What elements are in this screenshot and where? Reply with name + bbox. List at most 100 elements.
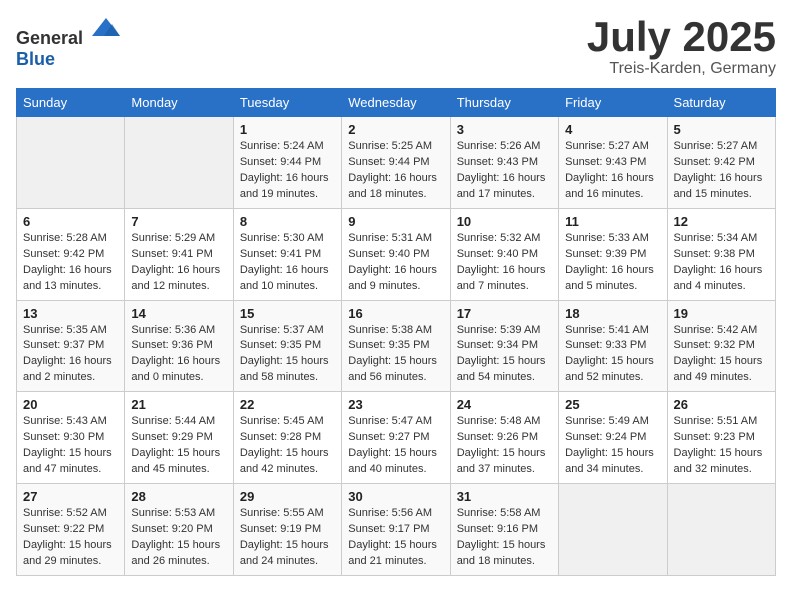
calendar-cell: 28 Sunrise: 5:53 AM Sunset: 9:20 PM Dayli… <box>125 484 233 576</box>
calendar-cell: 16Sunrise: 5:38 AM Sunset: 9:35 PM Dayli… <box>342 300 450 392</box>
day-number: 26 <box>674 397 769 412</box>
day-info: Sunrise: 5:27 AM Sunset: 9:42 PM Dayligh… <box>674 139 769 203</box>
day-info: Sunrise: 5:26 AM Sunset: 9:43 PM Dayligh… <box>457 139 552 203</box>
day-number: 13 <box>23 306 118 321</box>
calendar-cell: 6 Sunrise: 5:28 AM Sunset: 9:42 PM Daylig… <box>17 208 125 300</box>
calendar-cell: 2 Sunrise: 5:25 AM Sunset: 9:44 PM Daylig… <box>342 117 450 209</box>
day-info: Sunrise: 5:39 AM Sunset: 9:34 PM Dayligh… <box>457 323 552 387</box>
day-info: Sunrise: 5:32 AM Sunset: 9:40 PM Dayligh… <box>457 231 552 295</box>
day-number: 14 <box>131 306 226 321</box>
day-number: 12 <box>674 214 769 229</box>
day-number: 24 <box>457 397 552 412</box>
week-row-2: 6 Sunrise: 5:28 AM Sunset: 9:42 PM Daylig… <box>17 208 776 300</box>
logo-icon <box>90 16 122 44</box>
weekday-header-row: SundayMondayTuesdayWednesdayThursdayFrid… <box>17 89 776 117</box>
calendar-cell: 19Sunrise: 5:42 AM Sunset: 9:32 PM Dayli… <box>667 300 775 392</box>
calendar-cell: 8 Sunrise: 5:30 AM Sunset: 9:41 PM Daylig… <box>233 208 341 300</box>
calendar-cell: 23Sunrise: 5:47 AM Sunset: 9:27 PM Dayli… <box>342 392 450 484</box>
page-header: General Blue July 2025 Treis-Karden, Ger… <box>16 16 776 78</box>
day-number: 17 <box>457 306 552 321</box>
weekday-header-sunday: Sunday <box>17 89 125 117</box>
day-info: Sunrise: 5:24 AM Sunset: 9:44 PM Dayligh… <box>240 139 335 203</box>
calendar-cell: 14 Sunrise: 5:36 AM Sunset: 9:36 PM Dayli… <box>125 300 233 392</box>
day-info: Sunrise: 5:33 AM Sunset: 9:39 PM Dayligh… <box>565 231 660 295</box>
calendar-cell: 12 Sunrise: 5:34 AM Sunset: 9:38 PM Dayli… <box>667 208 775 300</box>
calendar-cell: 18Sunrise: 5:41 AM Sunset: 9:33 PM Dayli… <box>559 300 667 392</box>
day-info: Sunrise: 5:25 AM Sunset: 9:44 PM Dayligh… <box>348 139 443 203</box>
day-info: Sunrise: 5:43 AM Sunset: 9:30 PM Dayligh… <box>23 414 118 478</box>
calendar-cell: 11 Sunrise: 5:33 AM Sunset: 9:39 PM Dayli… <box>559 208 667 300</box>
calendar-cell: 26 Sunrise: 5:51 AM Sunset: 9:23 PM Dayli… <box>667 392 775 484</box>
calendar-cell <box>125 117 233 209</box>
day-number: 29 <box>240 489 335 504</box>
calendar-cell <box>559 484 667 576</box>
day-number: 23 <box>348 397 443 412</box>
day-number: 27 <box>23 489 118 504</box>
day-number: 25 <box>565 397 660 412</box>
day-info: Sunrise: 5:53 AM Sunset: 9:20 PM Dayligh… <box>131 506 226 570</box>
calendar-cell: 29 Sunrise: 5:55 AM Sunset: 9:19 PM Dayli… <box>233 484 341 576</box>
calendar-cell: 3 Sunrise: 5:26 AM Sunset: 9:43 PM Daylig… <box>450 117 558 209</box>
day-info: Sunrise: 5:27 AM Sunset: 9:43 PM Dayligh… <box>565 139 660 203</box>
day-info: Sunrise: 5:34 AM Sunset: 9:38 PM Dayligh… <box>674 231 769 295</box>
week-row-1: 1Sunrise: 5:24 AM Sunset: 9:44 PM Daylig… <box>17 117 776 209</box>
calendar-cell: 31 Sunrise: 5:58 AM Sunset: 9:16 PM Dayli… <box>450 484 558 576</box>
day-info: Sunrise: 5:35 AM Sunset: 9:37 PM Dayligh… <box>23 323 118 387</box>
day-number: 10 <box>457 214 552 229</box>
day-info: Sunrise: 5:45 AM Sunset: 9:28 PM Dayligh… <box>240 414 335 478</box>
day-info: Sunrise: 5:31 AM Sunset: 9:40 PM Dayligh… <box>348 231 443 295</box>
day-number: 31 <box>457 489 552 504</box>
day-info: Sunrise: 5:42 AM Sunset: 9:32 PM Dayligh… <box>674 323 769 387</box>
weekday-header-thursday: Thursday <box>450 89 558 117</box>
calendar-cell: 13 Sunrise: 5:35 AM Sunset: 9:37 PM Dayli… <box>17 300 125 392</box>
logo: General Blue <box>16 16 122 70</box>
day-number: 8 <box>240 214 335 229</box>
day-info: Sunrise: 5:38 AM Sunset: 9:35 PM Dayligh… <box>348 323 443 387</box>
day-info: Sunrise: 5:55 AM Sunset: 9:19 PM Dayligh… <box>240 506 335 570</box>
day-info: Sunrise: 5:37 AM Sunset: 9:35 PM Dayligh… <box>240 323 335 387</box>
weekday-header-friday: Friday <box>559 89 667 117</box>
day-info: Sunrise: 5:49 AM Sunset: 9:24 PM Dayligh… <box>565 414 660 478</box>
week-row-3: 13 Sunrise: 5:35 AM Sunset: 9:37 PM Dayli… <box>17 300 776 392</box>
weekday-header-saturday: Saturday <box>667 89 775 117</box>
week-row-4: 20Sunrise: 5:43 AM Sunset: 9:30 PM Dayli… <box>17 392 776 484</box>
day-info: Sunrise: 5:51 AM Sunset: 9:23 PM Dayligh… <box>674 414 769 478</box>
calendar-cell: 10 Sunrise: 5:32 AM Sunset: 9:40 PM Dayli… <box>450 208 558 300</box>
calendar-cell: 25 Sunrise: 5:49 AM Sunset: 9:24 PM Dayli… <box>559 392 667 484</box>
day-number: 11 <box>565 214 660 229</box>
day-number: 15 <box>240 306 335 321</box>
week-row-5: 27Sunrise: 5:52 AM Sunset: 9:22 PM Dayli… <box>17 484 776 576</box>
calendar-cell: 21Sunrise: 5:44 AM Sunset: 9:29 PM Dayli… <box>125 392 233 484</box>
logo-blue: Blue <box>16 49 55 69</box>
day-info: Sunrise: 5:56 AM Sunset: 9:17 PM Dayligh… <box>348 506 443 570</box>
logo-general: General <box>16 28 83 48</box>
calendar-cell <box>667 484 775 576</box>
weekday-header-tuesday: Tuesday <box>233 89 341 117</box>
day-info: Sunrise: 5:58 AM Sunset: 9:16 PM Dayligh… <box>457 506 552 570</box>
day-info: Sunrise: 5:36 AM Sunset: 9:36 PM Dayligh… <box>131 323 226 387</box>
calendar-cell: 24Sunrise: 5:48 AM Sunset: 9:26 PM Dayli… <box>450 392 558 484</box>
day-number: 2 <box>348 122 443 137</box>
day-number: 5 <box>674 122 769 137</box>
day-number: 28 <box>131 489 226 504</box>
calendar-cell: 30Sunrise: 5:56 AM Sunset: 9:17 PM Dayli… <box>342 484 450 576</box>
weekday-header-monday: Monday <box>125 89 233 117</box>
calendar-cell <box>17 117 125 209</box>
calendar-cell: 27Sunrise: 5:52 AM Sunset: 9:22 PM Dayli… <box>17 484 125 576</box>
day-number: 6 <box>23 214 118 229</box>
day-number: 3 <box>457 122 552 137</box>
day-number: 7 <box>131 214 226 229</box>
logo-text: General Blue <box>16 16 122 70</box>
day-info: Sunrise: 5:41 AM Sunset: 9:33 PM Dayligh… <box>565 323 660 387</box>
weekday-header-wednesday: Wednesday <box>342 89 450 117</box>
month-title: July 2025 <box>587 16 776 58</box>
calendar-cell: 20Sunrise: 5:43 AM Sunset: 9:30 PM Dayli… <box>17 392 125 484</box>
day-number: 22 <box>240 397 335 412</box>
calendar-cell: 5 Sunrise: 5:27 AM Sunset: 9:42 PM Daylig… <box>667 117 775 209</box>
calendar-cell: 1Sunrise: 5:24 AM Sunset: 9:44 PM Daylig… <box>233 117 341 209</box>
day-info: Sunrise: 5:44 AM Sunset: 9:29 PM Dayligh… <box>131 414 226 478</box>
calendar-cell: 9Sunrise: 5:31 AM Sunset: 9:40 PM Daylig… <box>342 208 450 300</box>
day-info: Sunrise: 5:29 AM Sunset: 9:41 PM Dayligh… <box>131 231 226 295</box>
day-info: Sunrise: 5:30 AM Sunset: 9:41 PM Dayligh… <box>240 231 335 295</box>
day-info: Sunrise: 5:28 AM Sunset: 9:42 PM Dayligh… <box>23 231 118 295</box>
